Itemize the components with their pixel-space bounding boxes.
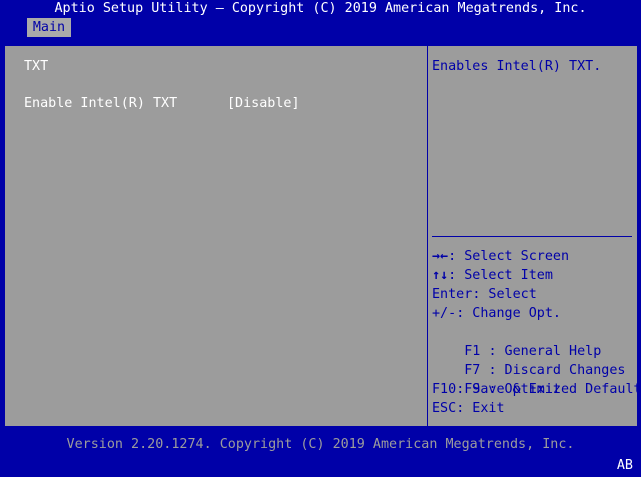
key-name: +/- — [432, 306, 457, 321]
key-row-f1: F1 : General Help — [432, 323, 641, 359]
key-row-enter: Enter: Select — [432, 285, 641, 304]
arrows-left-right-icon: →← — [432, 249, 449, 264]
section-title: TXT — [24, 59, 49, 74]
arrows-up-down-icon: ↑↓ — [432, 268, 449, 283]
key-action: : Discard Changes — [488, 363, 626, 378]
key-name: F1 — [464, 344, 489, 359]
key-row-change-opt: +/-: Change Opt. — [432, 304, 641, 323]
key-name: F7 — [464, 363, 489, 378]
key-action: : Select Screen — [448, 249, 570, 264]
key-action: : Save & Exit — [456, 382, 561, 397]
key-row-select-screen: →←: Select Screen — [432, 247, 641, 266]
corner-indicator: AB — [616, 458, 633, 473]
key-legend: →←: Select Screen ↑↓: Select Item Enter:… — [432, 247, 641, 418]
setting-value-dropdown[interactable]: [Disable] — [227, 95, 300, 113]
version-footer: Version 2.20.1274. Copyright (C) 2019 Am… — [66, 437, 575, 452]
key-action: : General Help — [488, 344, 602, 359]
key-action: : Select — [472, 287, 537, 302]
help-description: Enables Intel(R) TXT. — [432, 59, 602, 74]
key-row-select-item: ↑↓: Select Item — [432, 266, 641, 285]
key-row-esc: ESC: Exit — [432, 399, 641, 418]
setting-label: Enable Intel(R) TXT — [24, 96, 178, 111]
panel-divider — [427, 45, 428, 427]
key-action: : Change Opt. — [456, 306, 561, 321]
help-separator — [432, 236, 632, 237]
tab-main[interactable]: Main — [27, 18, 71, 37]
key-name: Enter — [432, 287, 473, 302]
key-action: : Exit — [456, 401, 505, 416]
setting-row-enable-txt[interactable]: Enable Intel(R) TXT [Disable] — [24, 95, 424, 113]
window-title: Aptio Setup Utility – Copyright (C) 2019… — [54, 1, 587, 16]
key-action: : Select Item — [448, 268, 553, 283]
key-name: F10 — [432, 382, 457, 397]
key-name: ESC — [432, 401, 457, 416]
